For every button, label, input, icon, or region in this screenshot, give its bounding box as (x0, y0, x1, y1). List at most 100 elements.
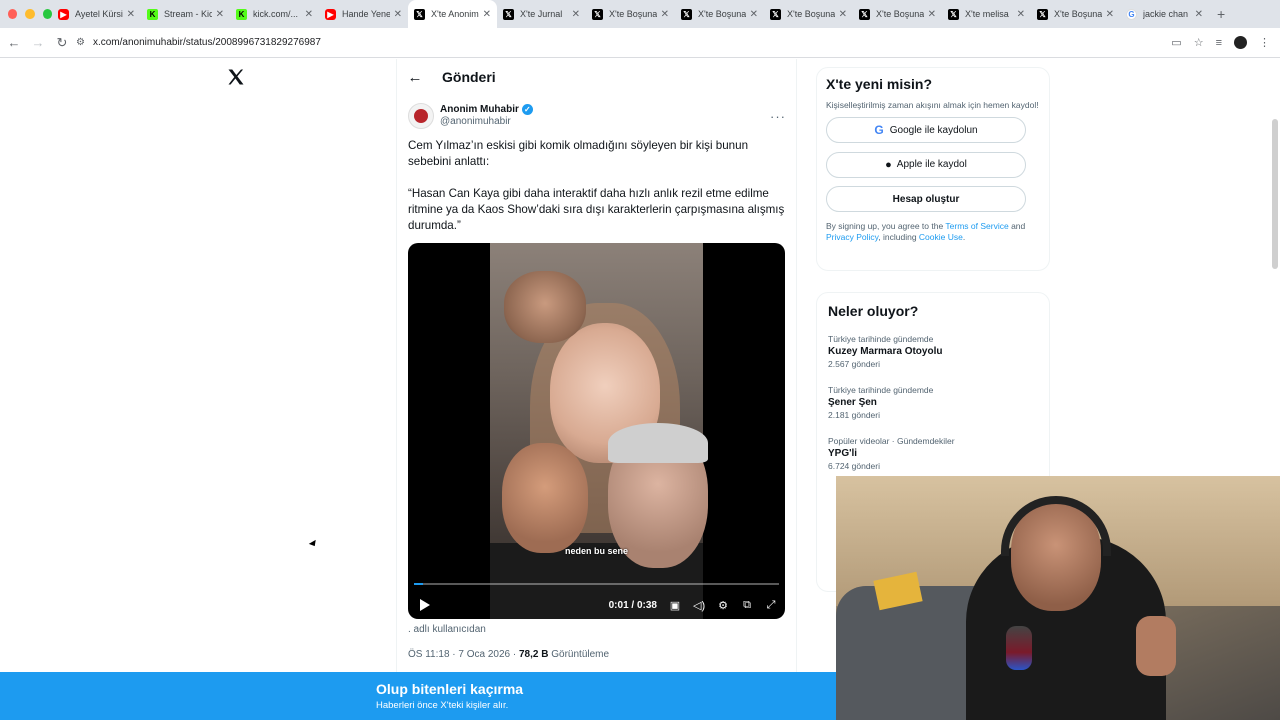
close-tab-icon[interactable]: ✕ (750, 9, 758, 20)
browser-tab-bar: ▶Ayetel Kürsi✕KStream - Kick✕Kkick.com/.… (0, 0, 1280, 28)
reload-icon[interactable]: ↻ (50, 35, 74, 51)
address-bar-row: ← → ↻ ⚙ x.com/anonimuhabir/status/200899… (0, 28, 1280, 58)
forward-icon[interactable]: → (26, 35, 50, 51)
close-tab-icon[interactable]: ✕ (394, 9, 402, 20)
close-tab-icon[interactable]: ✕ (1195, 9, 1203, 20)
author-name[interactable]: Anonim Muhabir (440, 104, 519, 117)
browser-tab[interactable]: 𝕏 X'te melisa ✕ (942, 0, 1031, 28)
video-player[interactable]: neden bu sene 0:01 / 0:38 ▣ ◁) ⚙ ⧉ ⤢ (408, 243, 785, 619)
tab-title: X'te Jurnal (520, 9, 563, 19)
google-favicon-icon: G (1126, 8, 1137, 20)
browser-tab[interactable]: K Stream - Kick ✕ (141, 0, 230, 28)
webcam-overlay (836, 476, 1280, 720)
close-tab-icon[interactable]: ✕ (127, 9, 135, 20)
signup-banner[interactable]: Olup bitenleri kaçırma Haberleri önce X'… (0, 672, 836, 720)
minimize-window-button[interactable] (25, 9, 35, 19)
back-icon[interactable]: ← (2, 35, 26, 51)
browser-menu-icon[interactable]: ⋮ (1259, 36, 1270, 49)
browser-tab[interactable]: 𝕏 X'te Boşuna ✕ (586, 0, 675, 28)
apple-signup-button[interactable]: ● Apple ile kaydol (826, 151, 1026, 178)
tab-title: jackie chan (1143, 9, 1189, 19)
tab-title: X'te Anonim (431, 9, 479, 19)
browser-tab[interactable]: 𝕏 X'te Boşuna ✕ (853, 0, 942, 28)
privacy-link[interactable]: Privacy Policy (826, 232, 878, 242)
profile-avatar[interactable] (1234, 36, 1247, 49)
apple-signup-label: Apple ile kaydol (896, 159, 967, 170)
tab-strip: ▶Ayetel Kürsi✕KStream - Kick✕Kkick.com/.… (52, 0, 1209, 28)
close-tab-icon[interactable]: ✕ (305, 9, 313, 20)
legal-end: . (962, 231, 966, 242)
x-favicon-icon: 𝕏 (1037, 8, 1048, 20)
close-tab-icon[interactable]: ✕ (928, 9, 936, 20)
trend-name: YPG'li (828, 448, 858, 459)
tab-title: kick.com/... (253, 9, 299, 19)
trend-context: Popüler videolar · Gündemdekiler (828, 436, 955, 446)
youtube-favicon-icon: ▶ (325, 8, 336, 20)
picture-in-picture-icon[interactable]: ⧉ (741, 599, 753, 612)
window-controls (0, 9, 52, 19)
author-handle[interactable]: @anonimuhabir (440, 116, 533, 129)
google-signup-button[interactable]: G Google ile kaydolun (826, 117, 1026, 143)
browser-tab[interactable]: 𝕏 X'te Boşuna ✕ (675, 0, 764, 28)
site-info-icon[interactable]: ⚙ (76, 37, 85, 48)
x-logo-icon[interactable] (226, 67, 246, 87)
create-account-button[interactable]: Hesap oluştur (826, 186, 1026, 212)
signup-legal-text: By signing up, you agree to the Terms of… (826, 221, 1040, 243)
browser-tab[interactable]: 𝕏 X'te Boşuna ✕ (1031, 0, 1120, 28)
browser-tab[interactable]: Kkick.com/... ✕ (230, 0, 319, 28)
url-field[interactable]: ⚙ x.com/anonimuhabir/status/200899673182… (76, 32, 1171, 54)
trend-item[interactable]: Türkiye tarihinde gündemde Şener Şen 2.1… (828, 384, 1038, 422)
browser-tab[interactable]: ▶ Hande Yener ✕ (319, 0, 408, 28)
volume-icon[interactable]: ◁) (693, 599, 705, 612)
close-tab-icon[interactable]: ✕ (216, 9, 224, 20)
post-text: Cem Yılmaz’ın eskisi gibi komik olmadığı… (408, 138, 786, 250)
page-scrollbar[interactable] (1272, 119, 1278, 269)
media-control-icon[interactable]: ≡ (1216, 37, 1222, 49)
close-tab-icon[interactable]: ✕ (1106, 9, 1114, 20)
more-options-icon[interactable]: ··· (770, 109, 786, 124)
post-text-paragraph-1: Cem Yılmaz’ın eskisi gibi komik olmadığı… (408, 139, 749, 168)
close-window-button[interactable] (8, 9, 18, 19)
bookmark-star-icon[interactable]: ☆ (1194, 36, 1204, 49)
close-tab-icon[interactable]: ✕ (1017, 9, 1025, 20)
settings-icon[interactable]: ⚙ (717, 599, 729, 612)
browser-tab[interactable]: Gjackie chan ✕ (1120, 0, 1209, 28)
browser-tab[interactable]: 𝕏 X'te Anonim ✕ (408, 0, 497, 28)
cookie-link[interactable]: Cookie Use (919, 232, 963, 242)
x-favicon-icon: 𝕏 (592, 8, 603, 20)
tab-title: X'te Boşuna (1054, 9, 1102, 19)
fullscreen-icon[interactable]: ⤢ (765, 599, 777, 612)
author-avatar[interactable] (408, 103, 434, 129)
youtube-favicon-icon: ▶ (58, 8, 69, 20)
back-arrow-icon[interactable]: ← (404, 69, 426, 86)
author-name-row[interactable]: Anonim Muhabir ✓ (440, 104, 533, 117)
create-account-label: Hesap oluştur (892, 193, 960, 205)
captions-icon[interactable]: ▣ (669, 599, 681, 612)
post-timestamp[interactable]: ÖS 11:18 · 7 Oca 2026 · (408, 649, 519, 660)
install-app-icon[interactable]: ▭ (1171, 36, 1181, 49)
maximize-window-button[interactable] (42, 9, 52, 19)
post-text-paragraph-2: “Hasan Can Kaya gibi daha interaktif dah… (408, 187, 785, 232)
trend-item[interactable]: Türkiye tarihinde gündemde Kuzey Marmara… (828, 333, 1038, 371)
browser-tab[interactable]: 𝕏 X'te Boşuna ✕ (764, 0, 853, 28)
terms-link[interactable]: Terms of Service (945, 221, 1008, 231)
x-favicon-icon: 𝕏 (770, 8, 781, 20)
post-author: Anonim Muhabir ✓ @anonimuhabir ··· (408, 101, 786, 131)
new-tab-button[interactable]: + (1217, 6, 1225, 22)
video-controls: 0:01 / 0:38 ▣ ◁) ⚙ ⧉ ⤢ (408, 593, 785, 617)
close-tab-icon[interactable]: ✕ (483, 9, 491, 20)
close-tab-icon[interactable]: ✕ (572, 9, 580, 20)
browser-tab[interactable]: 𝕏 X'te Jurnal ✕ (497, 0, 586, 28)
play-icon[interactable] (420, 599, 430, 611)
browser-tab[interactable]: ▶ Ayetel Kürsi ✕ (52, 0, 141, 28)
video-progress-bar[interactable] (414, 583, 779, 585)
signup-subtitle: Kişiselleştirilmiş zaman akışını almak i… (826, 100, 1039, 110)
close-tab-icon[interactable]: ✕ (661, 9, 669, 20)
video-attribution[interactable]: . adlı kullanıcıdan (408, 624, 486, 635)
signup-card: X'te yeni misin? Kişiselleştirilmiş zama… (816, 67, 1050, 271)
mouse-cursor-icon (308, 539, 319, 549)
video-subtitle: neden bu sene (564, 546, 628, 556)
tab-title: X'te Boşuna (876, 9, 924, 19)
trend-item[interactable]: Popüler videolar · Gündemdekiler YPG'li … (828, 435, 1038, 473)
close-tab-icon[interactable]: ✕ (839, 9, 847, 20)
